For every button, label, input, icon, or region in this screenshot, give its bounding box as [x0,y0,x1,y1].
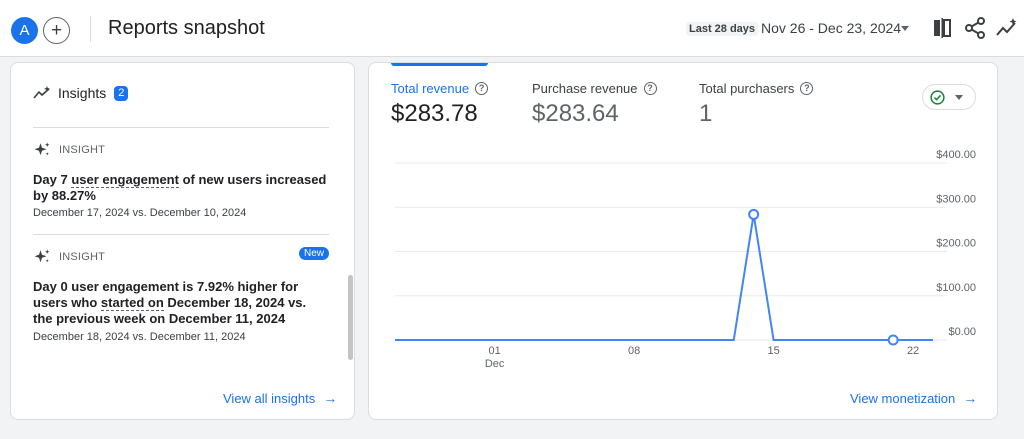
x-tick-label: 08 [628,345,640,357]
date-range-picker[interactable]: Nov 26 - Dec 23, 2024 [761,20,901,36]
data-point [748,208,760,220]
new-badge: New [299,247,330,260]
top-header: A + Reports snapshot Last 28 days Nov 26… [0,0,1024,57]
x-tick-label: 15 [767,345,779,357]
insight-date: December 17, 2024 vs. December 10, 2024 [33,207,247,219]
insights-icon[interactable] [995,16,1019,40]
view-all-insights-link[interactable]: View all insights → [223,390,337,406]
share-icon[interactable] [963,16,987,40]
y-tick-label: $100.00 [936,282,976,294]
insights-title: Insights [58,85,107,101]
avatar[interactable]: A [11,17,38,44]
insights-count-badge: 2 [114,85,129,101]
compare-icon[interactable] [930,16,954,40]
insight-label: INSIGHT [33,141,105,159]
y-tick-label: $0.00 [948,326,976,338]
revenue-card: Total revenue? $283.78 Purchase revenue?… [368,62,998,420]
chevron-down-icon[interactable] [901,26,909,31]
scrollbar-thumb[interactable] [348,275,353,360]
arrow-right-icon: → [963,390,978,406]
trend-sparkle-icon [33,86,50,99]
divider [33,234,329,235]
insight-date: December 18, 2024 vs. December 11, 2024 [33,331,246,343]
insights-header: Insights 2 [33,85,129,101]
divider [33,127,329,128]
y-tick-label: $200.00 [936,238,976,250]
y-tick-label: $400.00 [936,149,976,161]
insight-text[interactable]: Day 7 user engagement of new users incre… [33,172,329,204]
series-line [395,214,933,341]
date-preset-chip[interactable]: Last 28 days [686,22,759,36]
page-title: Reports snapshot [108,17,265,39]
x-tick-label: 22 [907,345,919,357]
sparkle-icon [34,142,50,156]
insights-card: Insights 2 INSIGHT Day 7 user engagement… [10,62,355,420]
header-divider [90,16,91,42]
arrow-right-icon: → [323,390,338,406]
add-icon[interactable]: + [43,17,70,44]
avatar-letter: A [19,22,30,39]
revenue-line-chart: $400.00 $300.00 $200.00 $100.00 $0.00 01Dec 08… [395,149,976,370]
data-point [887,334,899,346]
x-tick-label: 01 [489,345,501,357]
insight-text[interactable]: Day 0 user engagement is 7.92% higher fo… [33,279,329,327]
sparkle-icon [34,249,50,263]
insight-label: INSIGHT [33,248,105,266]
view-monetization-link[interactable]: View monetization → [850,390,977,406]
y-tick-label: $300.00 [936,193,976,205]
x-tick-sublabel: Dec [485,358,505,370]
